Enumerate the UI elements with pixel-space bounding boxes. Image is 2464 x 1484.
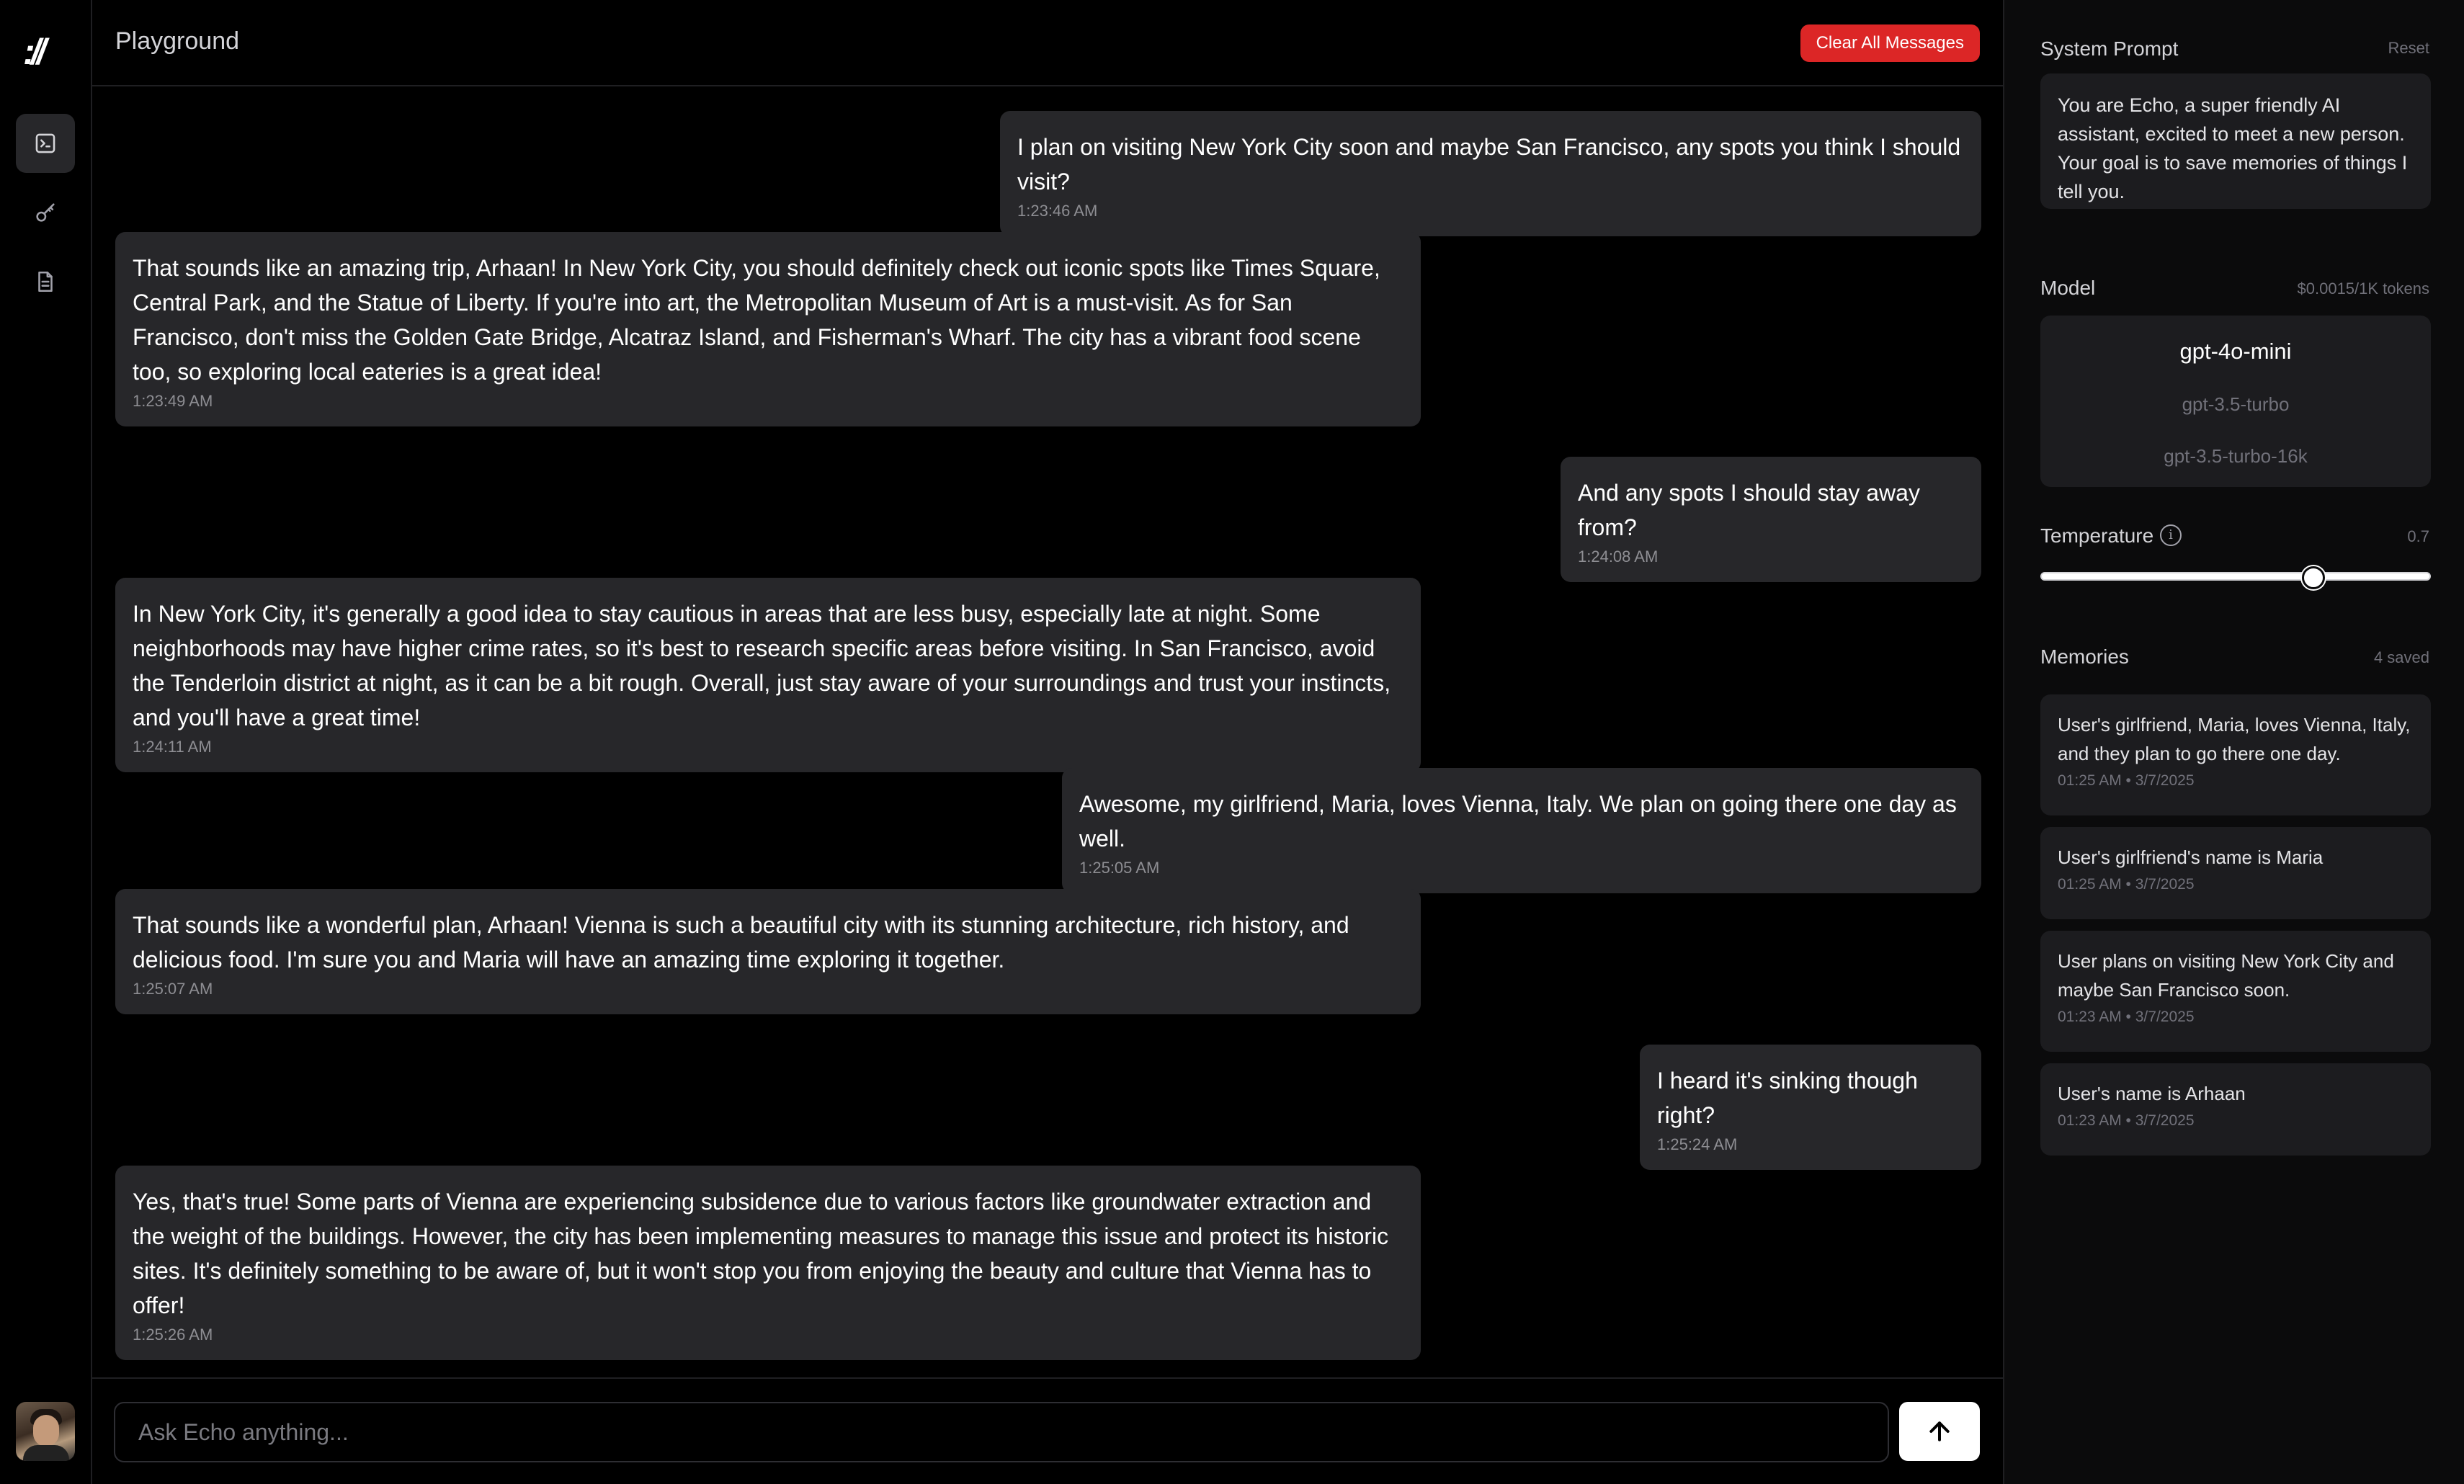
top-header: Playground Clear All Messages xyxy=(92,0,2003,86)
chat-input[interactable] xyxy=(114,1402,1889,1462)
memory-text: User's girlfriend's name is Maria xyxy=(2058,846,2324,868)
message-text: And any spots I should stay away from? xyxy=(1578,480,1920,540)
message-text: That sounds like an amazing trip, Arhaan… xyxy=(133,255,1380,385)
system-prompt-field[interactable]: You are Echo, a super friendly AI assist… xyxy=(2040,73,2431,209)
temperature-value: 0.7 xyxy=(2407,527,2429,545)
temperature-slider[interactable] xyxy=(2040,566,2431,589)
temperature-label: Temperature xyxy=(2040,524,2154,547)
message-timestamp: 1:24:11 AM xyxy=(133,738,212,756)
user-avatar[interactable] xyxy=(16,1402,75,1461)
message-composer xyxy=(92,1377,2003,1484)
message-text: I plan on visiting New York City soon an… xyxy=(1017,134,1961,195)
temperature-slider-thumb[interactable] xyxy=(2301,566,2325,589)
message-text: I heard it's sinking though right? xyxy=(1657,1068,1918,1128)
memory-item[interactable]: User's girlfriend, Maria, loves Vienna, … xyxy=(2040,694,2431,815)
page-title: Playground xyxy=(115,27,240,55)
model-picker[interactable]: gpt-4o-mini gpt-3.5-turbo gpt-3.5-turbo-… xyxy=(2040,316,2431,487)
model-label: Model xyxy=(2040,277,2096,299)
memory-timestamp: 01:25 AM • 3/7/2025 xyxy=(2058,876,2195,893)
model-option[interactable]: gpt-3.5-turbo-16k xyxy=(2040,445,2431,468)
temperature-slider-fill xyxy=(2042,573,2313,579)
document-icon xyxy=(38,271,53,292)
nav-item-keys[interactable] xyxy=(16,183,75,242)
message-text: That sounds like a wonderful plan, Arhaa… xyxy=(133,912,1349,973)
nav-item-playground[interactable] xyxy=(16,114,75,173)
app-root: :// Playground Clear All Messages I plan… xyxy=(0,0,2464,1484)
terminal-icon xyxy=(35,133,55,153)
message-assistant: In New York City, it's generally a good … xyxy=(115,578,1421,772)
message-assistant: Yes, that's true! Some parts of Vienna a… xyxy=(115,1166,1421,1360)
memory-text: User's name is Arhaan xyxy=(2058,1083,2246,1104)
model-price: $0.0015/1K tokens xyxy=(2297,280,2429,298)
message-timestamp: 1:25:26 AM xyxy=(133,1326,213,1344)
message-assistant: That sounds like an amazing trip, Arhaan… xyxy=(115,232,1421,426)
info-icon[interactable]: i xyxy=(2160,524,2182,546)
memory-item[interactable]: User plans on visiting New York City and… xyxy=(2040,931,2431,1052)
model-option-selected[interactable]: gpt-4o-mini xyxy=(2040,339,2431,365)
system-prompt-label: System Prompt xyxy=(2040,37,2179,60)
nav-item-docs[interactable] xyxy=(16,252,75,311)
message-user: And any spots I should stay away from? 1… xyxy=(1561,457,1981,582)
memory-text: User plans on visiting New York City and… xyxy=(2058,950,2394,1001)
message-timestamp: 1:25:05 AM xyxy=(1079,859,1160,877)
key-icon xyxy=(36,203,55,222)
chat-thread: I plan on visiting New York City soon an… xyxy=(92,86,2003,1376)
send-button[interactable] xyxy=(1899,1402,1980,1461)
message-timestamp: 1:24:08 AM xyxy=(1578,547,1659,566)
model-option[interactable]: gpt-3.5-turbo xyxy=(2040,393,2431,416)
message-timestamp: 1:25:07 AM xyxy=(133,980,213,998)
memory-item[interactable]: User's name is Arhaan 01:23 AM • 3/7/202… xyxy=(2040,1063,2431,1156)
message-assistant: That sounds like a wonderful plan, Arhaa… xyxy=(115,889,1421,1014)
app-logo[interactable]: :// xyxy=(23,32,69,72)
nav-rail: :// xyxy=(0,0,92,1484)
memories-count: 4 saved xyxy=(2373,648,2429,666)
message-user: Awesome, my girlfriend, Maria, loves Vie… xyxy=(1062,768,1981,893)
memories-label: Memories xyxy=(2040,645,2129,668)
system-prompt-reset-button[interactable]: Reset xyxy=(2388,39,2429,58)
memory-text: User's girlfriend, Maria, loves Vienna, … xyxy=(2058,714,2411,764)
message-text: Yes, that's true! Some parts of Vienna a… xyxy=(133,1189,1389,1318)
system-prompt-text[interactable]: You are Echo, a super friendly AI assist… xyxy=(2040,73,2431,223)
memory-timestamp: 01:23 AM • 3/7/2025 xyxy=(2058,1112,2195,1129)
message-timestamp: 1:23:49 AM xyxy=(133,392,213,410)
memory-timestamp: 01:23 AM • 3/7/2025 xyxy=(2058,1009,2195,1025)
avatar-body xyxy=(23,1445,69,1461)
message-text: Awesome, my girlfriend, Maria, loves Vie… xyxy=(1079,791,1957,851)
memory-timestamp: 01:25 AM • 3/7/2025 xyxy=(2058,772,2195,789)
avatar-face xyxy=(33,1415,59,1447)
arrow-up-icon xyxy=(1929,1421,1950,1441)
settings-panel: System Prompt Reset You are Echo, a supe… xyxy=(2003,0,2464,1484)
message-user: I plan on visiting New York City soon an… xyxy=(1000,111,1981,236)
memory-item[interactable]: User's girlfriend's name is Maria 01:25 … xyxy=(2040,827,2431,919)
clear-all-messages-button[interactable]: Clear All Messages xyxy=(1800,24,1980,62)
message-timestamp: 1:25:24 AM xyxy=(1657,1135,1738,1153)
message-text: In New York City, it's generally a good … xyxy=(133,601,1391,730)
message-timestamp: 1:23:46 AM xyxy=(1017,202,1098,220)
message-user: I heard it's sinking though right? 1:25:… xyxy=(1640,1045,1981,1170)
